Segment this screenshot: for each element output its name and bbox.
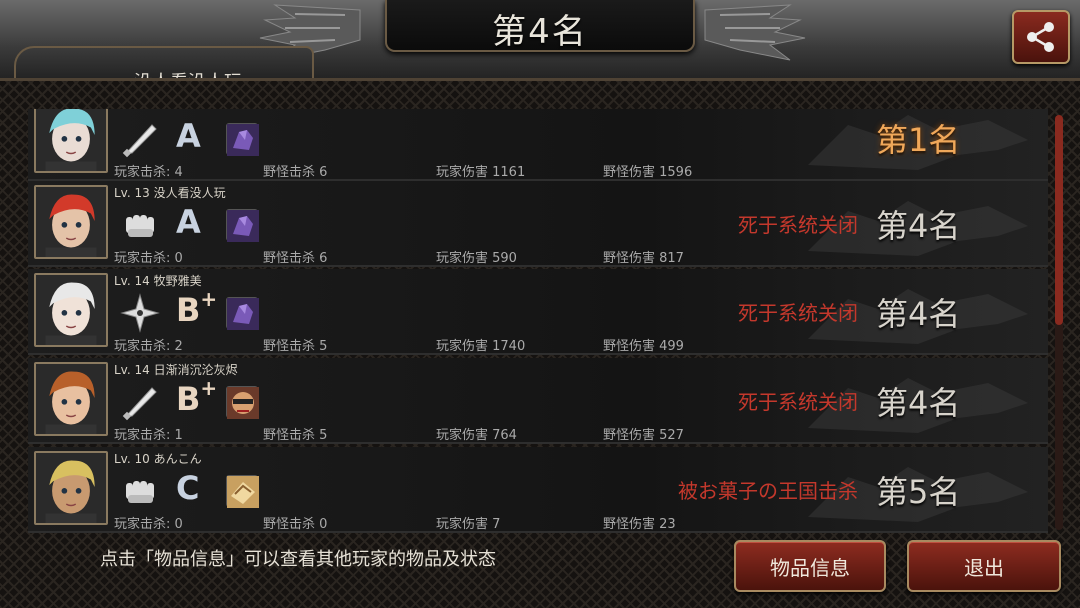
character-portrait-icon — [36, 364, 106, 434]
grade-badge: B+ — [176, 376, 217, 418]
player-kills: 玩家击杀: 2 — [114, 339, 183, 354]
monster-kills: 野怪击杀 5 — [263, 428, 328, 443]
monster-damage: 野怪伤害 527 — [603, 428, 684, 443]
face-item[interactable] — [226, 386, 259, 419]
result-row[interactable]: Lv. 13 没人看没人玩 A 玩家击杀: 0 野怪击杀 6 玩家伤害 590 … — [28, 181, 1048, 267]
monster-damage: 野怪伤害 817 — [603, 251, 684, 266]
rank-label: 第5名 — [876, 473, 961, 511]
player-damage: 玩家伤害 1740 — [436, 339, 526, 354]
gold-item[interactable] — [226, 475, 259, 508]
monster-kills: 野怪击杀 5 — [263, 339, 328, 354]
character-portrait-icon — [36, 109, 106, 171]
purple-gem-item[interactable] — [226, 123, 259, 156]
grade-badge: A — [176, 117, 201, 155]
fist-icon — [120, 471, 160, 511]
player-damage: 玩家伤害 7 — [436, 517, 501, 532]
death-cause: 死于系统关闭 — [738, 301, 858, 325]
result-row[interactable]: A 玩家击杀: 4 野怪击杀 6 玩家伤害 1161 野怪伤害 1596 第1名 — [28, 109, 1048, 181]
death-cause: 死于系统关闭 — [738, 213, 858, 237]
rank-label: 第1名 — [876, 121, 961, 159]
player-kills: 玩家击杀: 4 — [114, 165, 183, 180]
player-level-name: Lv. 13 没人看没人玩 — [114, 184, 226, 201]
character-portrait-icon — [36, 453, 106, 523]
fist-icon — [120, 205, 160, 245]
avatar[interactable] — [34, 273, 108, 347]
grade-plus: + — [200, 376, 218, 400]
title-plate: 第4名 — [385, 0, 695, 52]
grade-badge: C — [176, 469, 199, 507]
player-level-name: Lv. 14 牧野雅美 — [114, 272, 202, 289]
player-name: 日渐消沉沦灰烬 — [153, 363, 238, 377]
player-kills: 玩家击杀: 0 — [114, 251, 183, 266]
player-damage: 玩家伤害 1161 — [436, 165, 526, 180]
share-icon — [1027, 22, 1054, 52]
scrollbar-thumb[interactable] — [1055, 115, 1063, 325]
grade-badge: A — [176, 203, 201, 241]
avatar[interactable] — [34, 362, 108, 436]
player-level: Lv. 14 — [114, 274, 150, 288]
bat-icon — [120, 382, 160, 422]
results-panel: A 玩家击杀: 4 野怪击杀 6 玩家伤害 1161 野怪伤害 1596 第1名… — [0, 78, 1080, 608]
rank-label: 第4名 — [876, 295, 961, 333]
player-name: 没人看没人玩 — [153, 186, 226, 200]
bat-icon — [120, 119, 160, 159]
monster-kills: 野怪击杀 6 — [263, 251, 328, 266]
player-level: Lv. 14 — [114, 363, 150, 377]
player-damage: 玩家伤害 590 — [436, 251, 517, 266]
shuriken-icon — [120, 293, 160, 333]
rank-label: 第4名 — [876, 384, 961, 422]
grade-letter: A — [176, 203, 201, 241]
monster-damage: 野怪伤害 1596 — [603, 165, 693, 180]
player-damage: 玩家伤害 764 — [436, 428, 517, 443]
player-kills: 玩家击杀: 1 — [114, 428, 183, 443]
death-cause: 被お菓子の王国击杀 — [678, 479, 858, 503]
purple-gem-item[interactable] — [226, 209, 259, 242]
death-cause: 死于系统关闭 — [738, 390, 858, 414]
avatar[interactable] — [34, 109, 108, 173]
avatar[interactable] — [34, 451, 108, 525]
hint-text: 点击「物品信息」可以查看其他玩家的物品及状态 — [100, 549, 496, 570]
page-title: 第4名 — [492, 12, 588, 52]
avatar[interactable] — [34, 185, 108, 259]
player-level-name: Lv. 14 日渐消沉沦灰烬 — [114, 361, 238, 378]
grade-letter: B — [176, 380, 201, 418]
result-row[interactable]: Lv. 10 あんこん C 玩家击杀: 0 野怪击杀 0 玩家伤害 7 野怪伤害… — [28, 447, 1048, 533]
purple-gem-item[interactable] — [226, 297, 259, 330]
grade-letter: A — [176, 117, 201, 155]
grade-badge: B+ — [176, 287, 217, 329]
right-wing-ornament-icon — [704, 4, 806, 61]
player-level: Lv. 13 — [114, 186, 150, 200]
result-row[interactable]: Lv. 14 牧野雅美 B+ 玩家击杀: 2 野怪击杀 5 玩家伤害 1740 … — [28, 269, 1048, 355]
exit-button[interactable]: 退出 — [907, 540, 1061, 592]
monster-damage: 野怪伤害 23 — [603, 517, 676, 532]
results-list[interactable]: A 玩家击杀: 4 野怪击杀 6 玩家伤害 1161 野怪伤害 1596 第1名… — [28, 109, 1050, 608]
player-level: Lv. 10 — [114, 452, 150, 466]
monster-kills: 野怪击杀 6 — [263, 165, 328, 180]
character-portrait-icon — [36, 275, 106, 345]
monster-kills: 野怪击杀 0 — [263, 517, 328, 532]
grade-letter: B — [176, 291, 201, 329]
character-portrait-icon — [36, 187, 106, 257]
scrollbar[interactable] — [1055, 115, 1063, 530]
player-name: あんこん — [153, 452, 202, 466]
share-button[interactable] — [1012, 10, 1070, 64]
grade-letter: C — [176, 469, 200, 507]
player-kills: 玩家击杀: 0 — [114, 517, 183, 532]
player-level-name: Lv. 10 あんこん — [114, 450, 202, 467]
result-row[interactable]: Lv. 14 日渐消沉沦灰烬 B+ 玩家击杀: 1 野怪击杀 5 玩家伤害 76… — [28, 358, 1048, 444]
monster-damage: 野怪伤害 499 — [603, 339, 684, 354]
game-result-screen: 没人看没人玩 第4名 A — [0, 0, 1080, 608]
grade-plus: + — [200, 287, 218, 311]
item-info-button[interactable]: 物品信息 — [734, 540, 886, 592]
rank-label: 第4名 — [876, 207, 961, 245]
player-name: 牧野雅美 — [153, 274, 202, 288]
